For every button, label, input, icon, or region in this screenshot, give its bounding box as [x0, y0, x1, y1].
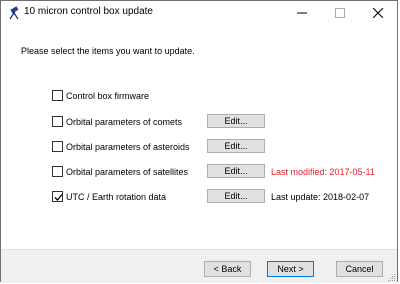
checkbox-comets[interactable] — [52, 116, 63, 127]
back-button[interactable]: < Back — [204, 261, 251, 277]
satellites-status: Last modified: 2017-05-11 — [271, 167, 375, 177]
next-button[interactable]: Next > — [267, 261, 314, 277]
close-icon — [373, 8, 383, 18]
window-title: 10 micron control box update — [24, 6, 153, 17]
instruction-text: Please select the items you want to upda… — [21, 46, 195, 56]
telescope-icon — [7, 5, 21, 21]
item-label[interactable]: Orbital parameters of comets — [66, 116, 182, 128]
dialog-footer: < Back Next > Cancel — [1, 249, 397, 283]
update-dialog: 10 micron control box update Please sele… — [0, 0, 398, 283]
item-label[interactable]: Orbital parameters of asteroids — [66, 141, 190, 153]
cancel-button[interactable]: Cancel — [336, 261, 383, 277]
minimize-button[interactable] — [283, 1, 321, 25]
resize-grip-icon[interactable] — [387, 273, 396, 282]
checkbox-asteroids[interactable] — [52, 141, 63, 152]
item-label[interactable]: UTC / Earth rotation data — [66, 191, 166, 203]
checkbox-control-box-firmware[interactable] — [52, 90, 63, 101]
minimize-icon — [297, 12, 307, 14]
edit-asteroids-button[interactable]: Edit... — [207, 139, 265, 153]
close-button[interactable] — [359, 1, 397, 25]
edit-satellites-button[interactable]: Edit... — [207, 164, 265, 178]
edit-comets-button[interactable]: Edit... — [207, 114, 265, 128]
maximize-button[interactable] — [321, 1, 359, 25]
checkbox-satellites[interactable] — [52, 166, 63, 177]
title-bar[interactable]: 10 micron control box update — [1, 1, 397, 25]
maximize-icon — [335, 8, 345, 18]
item-label[interactable]: Orbital parameters of satellites — [66, 166, 188, 178]
utc-earth-rotation-status: Last update: 2018-02-07 — [271, 192, 370, 202]
edit-utc-earth-rotation-button[interactable]: Edit... — [207, 189, 265, 203]
checkbox-utc-earth-rotation[interactable] — [52, 191, 63, 202]
item-label[interactable]: Control box firmware — [66, 90, 149, 102]
checkmark-icon — [54, 194, 63, 201]
